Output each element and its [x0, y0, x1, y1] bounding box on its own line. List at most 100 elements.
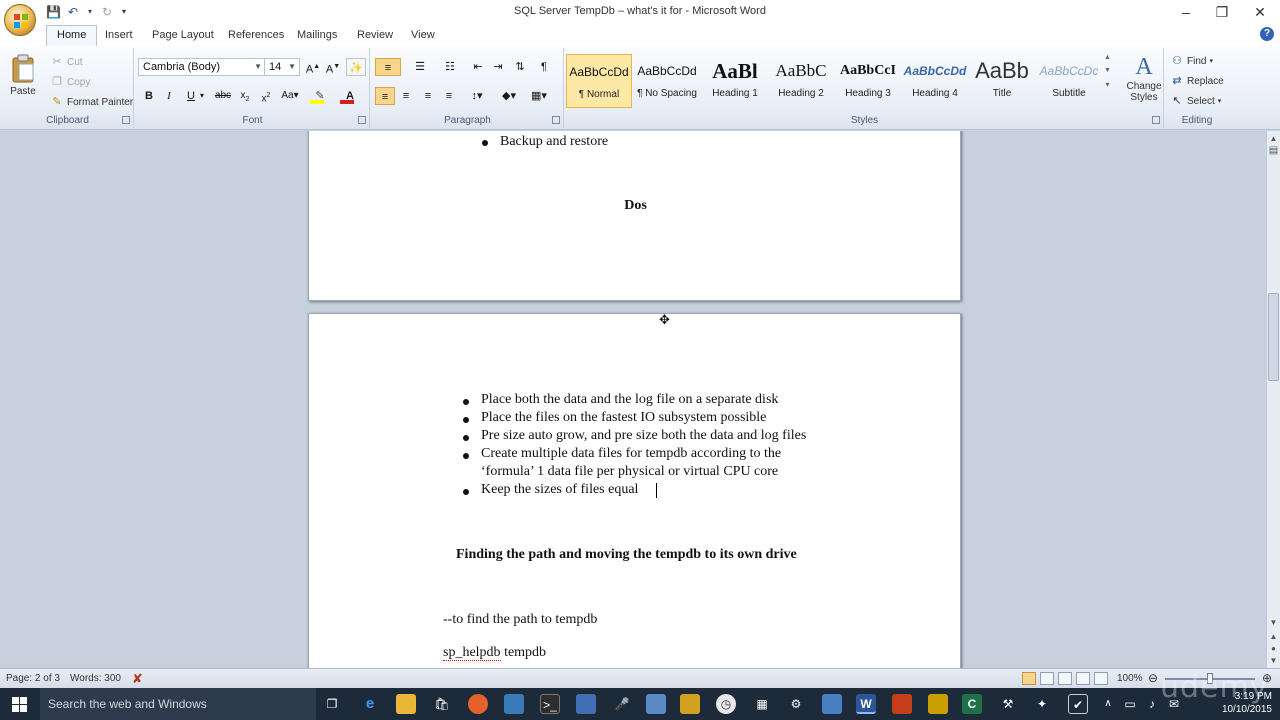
- show-hidden-icons-icon[interactable]: ∧: [1098, 694, 1118, 714]
- next-page-icon[interactable]: ▼: [1268, 655, 1279, 667]
- align-left-icon[interactable]: ≡: [375, 87, 395, 105]
- app-icon-2[interactable]: [576, 694, 596, 714]
- highlight-color-button[interactable]: ✎: [307, 87, 333, 105]
- justify-icon[interactable]: ≡: [439, 87, 459, 105]
- page-2[interactable]: Place both the data and the log file on …: [308, 313, 961, 668]
- borders-icon[interactable]: ▦▾: [526, 87, 552, 105]
- document-area[interactable]: Backup and restore Dos Place both the da…: [0, 131, 1266, 668]
- bullet-text[interactable]: Create multiple data files for tempdb ac…: [481, 446, 781, 462]
- restore-button[interactable]: ❐: [1204, 3, 1240, 21]
- show-paragraph-marks-icon[interactable]: ¶: [534, 58, 554, 76]
- copy-button[interactable]: ❐ Copy: [50, 75, 90, 89]
- find-button[interactable]: ⚇ Find ▾: [1170, 54, 1213, 68]
- cut-button[interactable]: ✂ Cut: [50, 55, 82, 69]
- decrease-indent-icon[interactable]: ⇤: [468, 58, 488, 76]
- style-heading-1[interactable]: AaBl Heading 1: [702, 54, 768, 108]
- draft-view-icon[interactable]: [1094, 672, 1108, 685]
- style-normal[interactable]: AaBbCcDd ¶ Normal: [566, 54, 632, 108]
- tab-insert[interactable]: Insert: [105, 28, 133, 42]
- task-view-icon[interactable]: ❐: [322, 694, 342, 714]
- microphone-icon[interactable]: 🎤: [612, 694, 632, 714]
- vertical-scrollbar[interactable]: ▲ ▤ ▼ ▲ ● ▼: [1266, 131, 1280, 668]
- tools-icon[interactable]: ⚒: [998, 694, 1018, 714]
- print-layout-view-icon[interactable]: [1022, 672, 1036, 685]
- previous-page-icon[interactable]: ▲: [1268, 631, 1279, 643]
- word-count[interactable]: Words: 300: [70, 673, 121, 684]
- paragraph-launcher-icon[interactable]: [552, 116, 560, 124]
- line-spacing-icon[interactable]: ↕▾: [464, 87, 490, 105]
- scroll-down-icon[interactable]: ▼: [1268, 617, 1279, 629]
- bullet-text-continuation[interactable]: ‘formula’ 1 data file per physical or vi…: [481, 464, 778, 480]
- app-icon-6[interactable]: [928, 694, 948, 714]
- bullet-text[interactable]: Pre size auto grow, and pre size both th…: [481, 428, 806, 444]
- style-subtitle[interactable]: AaBbCcDc Subtitle: [1036, 54, 1102, 108]
- increase-indent-icon[interactable]: ⇥: [488, 58, 508, 76]
- format-painter-button[interactable]: ✎ Format Painter: [50, 95, 133, 109]
- file-explorer-icon[interactable]: [396, 694, 416, 714]
- browse-object-icon[interactable]: ●: [1268, 643, 1279, 655]
- word-taskbar-icon[interactable]: W: [856, 694, 876, 714]
- ruler-toggle-icon[interactable]: ▤: [1268, 145, 1279, 157]
- powerpoint-icon[interactable]: [892, 694, 912, 714]
- zoom-out-icon[interactable]: ⊖: [1148, 671, 1158, 685]
- bullet-text[interactable]: Keep the sizes of files equal: [481, 482, 638, 498]
- tab-page-layout[interactable]: Page Layout: [152, 28, 214, 42]
- edge-icon[interactable]: e: [360, 694, 380, 714]
- firefox-icon[interactable]: [468, 694, 488, 714]
- italic-icon[interactable]: I: [159, 87, 179, 105]
- volume-icon[interactable]: ♪: [1142, 694, 1162, 714]
- app-icon-1[interactable]: [504, 694, 524, 714]
- clear-formatting-icon[interactable]: ✨: [346, 58, 366, 76]
- paste-button[interactable]: Paste: [10, 54, 36, 97]
- misspelled-word[interactable]: sp_helpdb: [443, 645, 501, 661]
- numbering-icon[interactable]: ☰: [407, 58, 433, 76]
- proofing-error-icon[interactable]: ✘: [132, 671, 143, 687]
- tab-home[interactable]: Home: [46, 25, 98, 46]
- tab-review[interactable]: Review: [357, 28, 393, 42]
- shrink-font-icon[interactable]: A▼: [323, 58, 343, 76]
- calculator-icon[interactable]: ▦: [752, 694, 772, 714]
- full-screen-reading-icon[interactable]: [1040, 672, 1054, 685]
- settings-icon[interactable]: ⚙: [786, 694, 806, 714]
- font-name-combo[interactable]: Cambria (Body) ▼: [138, 58, 266, 76]
- select-button[interactable]: ↖ Select ▾: [1170, 94, 1221, 108]
- replace-button[interactable]: ⇄ Replace: [1170, 74, 1223, 88]
- font-launcher-icon[interactable]: [358, 116, 366, 124]
- font-size-combo[interactable]: 14 ▼: [264, 58, 300, 76]
- store-icon[interactable]: 🛍: [432, 694, 452, 714]
- start-button[interactable]: [0, 688, 40, 720]
- tab-view[interactable]: View: [411, 28, 435, 42]
- bullet-text[interactable]: Place the files on the fastest IO subsys…: [481, 410, 766, 426]
- tab-references[interactable]: References: [228, 28, 284, 42]
- superscript-icon[interactable]: x2: [256, 87, 276, 105]
- app-icon-4[interactable]: [680, 694, 700, 714]
- section-heading[interactable]: Dos: [309, 198, 962, 214]
- taskbar-search[interactable]: Search the web and Windows: [40, 688, 316, 720]
- app-icon-7[interactable]: ✦: [1032, 694, 1052, 714]
- style-heading-3[interactable]: AaBbCcI Heading 3: [835, 54, 901, 108]
- code-line[interactable]: sp_helpdb tempdb: [443, 645, 546, 661]
- scroll-up-icon[interactable]: ▲: [1268, 133, 1279, 145]
- network-icon[interactable]: ▭: [1120, 694, 1140, 714]
- section-heading[interactable]: Finding the path and moving the tempdb t…: [456, 547, 797, 563]
- app-icon-3[interactable]: [646, 694, 666, 714]
- change-styles-button[interactable]: A Change Styles: [1124, 54, 1164, 103]
- office-button[interactable]: [4, 4, 36, 36]
- styles-gallery-scroll[interactable]: ▲ ▼ ▾: [1104, 54, 1111, 89]
- align-right-icon[interactable]: ≡: [418, 87, 438, 105]
- terminal-icon[interactable]: >_: [540, 694, 560, 714]
- clock-app-icon[interactable]: ◷: [716, 694, 736, 714]
- style-heading-2[interactable]: AaBbC Heading 2: [768, 54, 834, 108]
- tab-mailings[interactable]: Mailings: [297, 28, 337, 42]
- web-layout-icon[interactable]: [1058, 672, 1072, 685]
- clipboard-launcher-icon[interactable]: [122, 116, 130, 124]
- change-case-icon[interactable]: Aa▾: [278, 87, 302, 105]
- sort-icon[interactable]: ⇅: [510, 58, 530, 76]
- strikethrough-icon[interactable]: abc: [213, 87, 233, 105]
- page-count[interactable]: Page: 2 of 3: [6, 673, 60, 684]
- bold-icon[interactable]: B: [139, 87, 159, 105]
- outline-view-icon[interactable]: [1076, 672, 1090, 685]
- app-icon-8[interactable]: ✔: [1068, 694, 1088, 714]
- bullets-icon[interactable]: ≡: [375, 58, 401, 76]
- bullet-text[interactable]: Backup and restore: [500, 134, 608, 150]
